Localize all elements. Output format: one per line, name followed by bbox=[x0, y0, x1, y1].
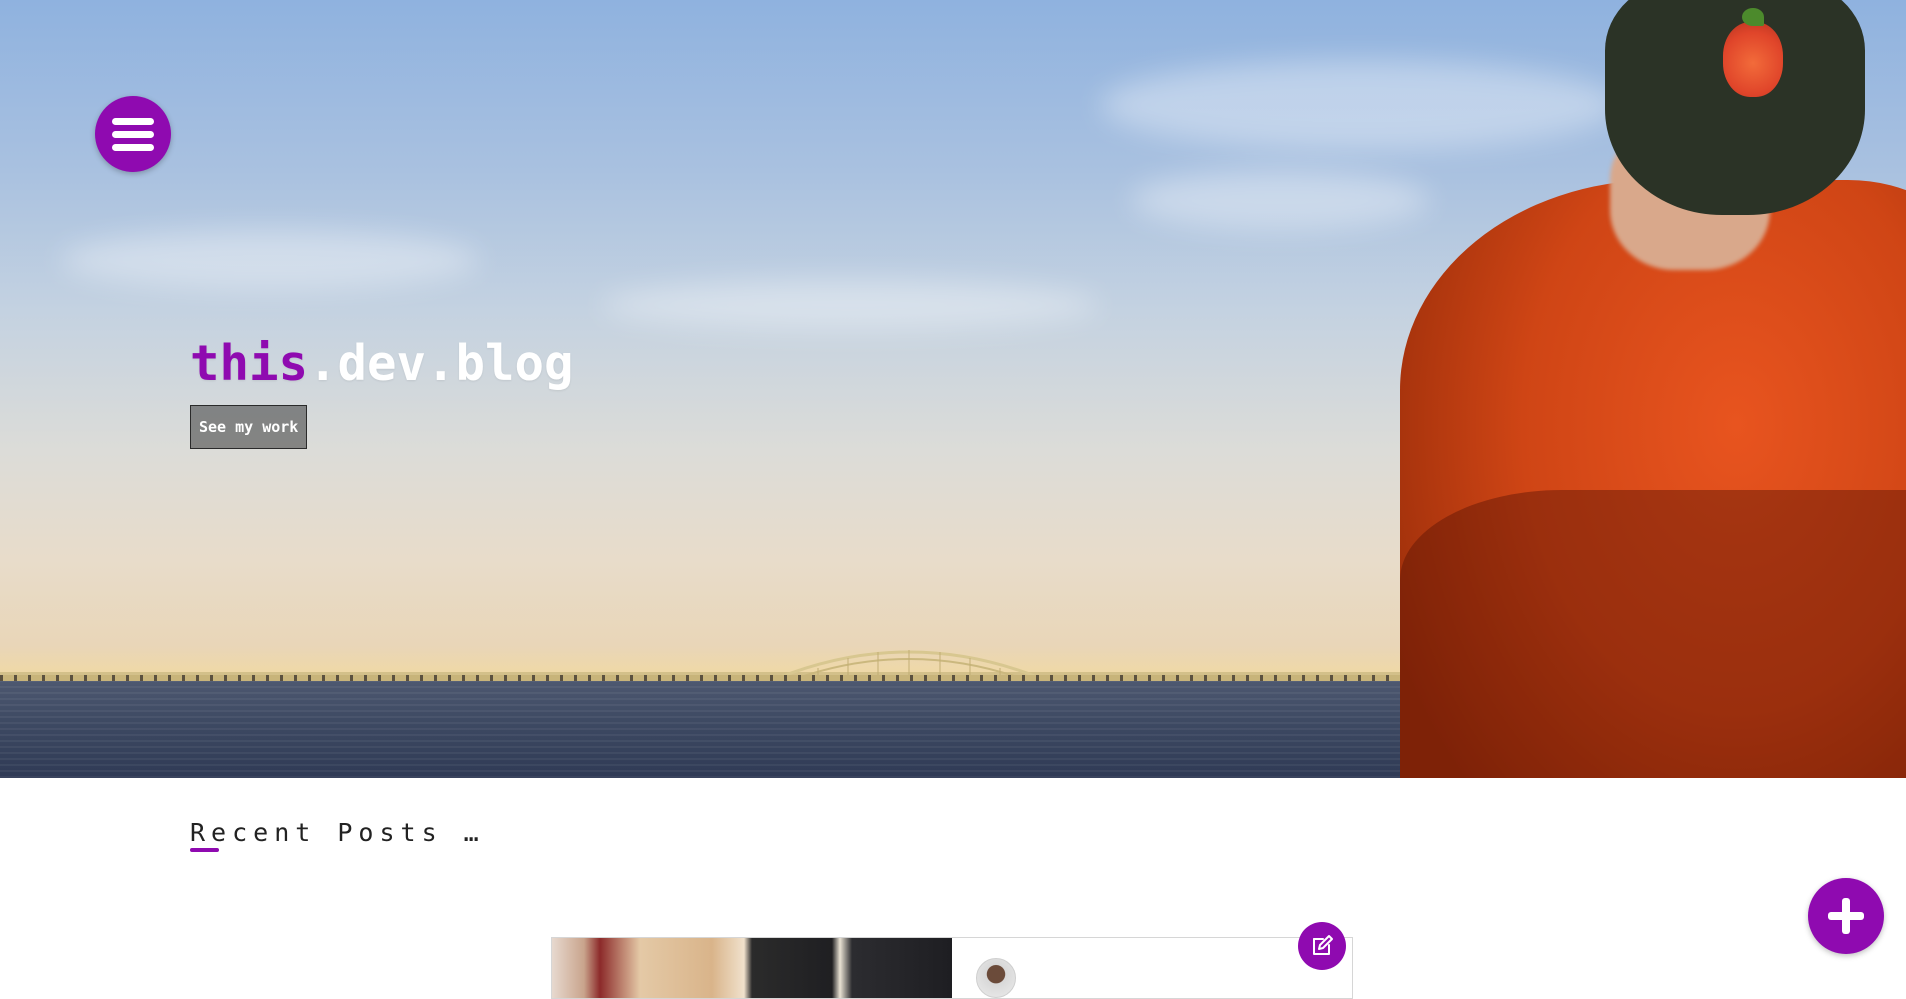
post-card[interactable] bbox=[551, 937, 1353, 999]
post-thumbnail[interactable] bbox=[552, 938, 952, 998]
cap-logo-leaf bbox=[1742, 8, 1764, 26]
cap-logo bbox=[1723, 22, 1783, 97]
site-title: this.dev.blog bbox=[190, 335, 574, 392]
bridge-arch bbox=[778, 650, 1040, 680]
cloud bbox=[600, 280, 1100, 330]
hero-banner: this.dev.blog See my work bbox=[0, 0, 1906, 778]
see-my-work-button[interactable]: See my work bbox=[190, 405, 308, 449]
cloud bbox=[60, 230, 480, 290]
edit-post-button[interactable] bbox=[1298, 922, 1346, 970]
recent-posts-heading: Recent Posts … bbox=[190, 818, 485, 847]
author-avatar[interactable] bbox=[976, 958, 1016, 998]
person-in-hoodie bbox=[1380, 0, 1906, 778]
hoodie-shadow bbox=[1400, 490, 1906, 778]
site-title-suffix: .dev.blog bbox=[308, 335, 574, 392]
edit-icon bbox=[1313, 935, 1333, 955]
menu-button[interactable] bbox=[95, 96, 171, 172]
add-post-button[interactable] bbox=[1808, 878, 1884, 954]
heading-underline bbox=[190, 848, 219, 852]
site-title-prefix: this bbox=[190, 335, 309, 392]
